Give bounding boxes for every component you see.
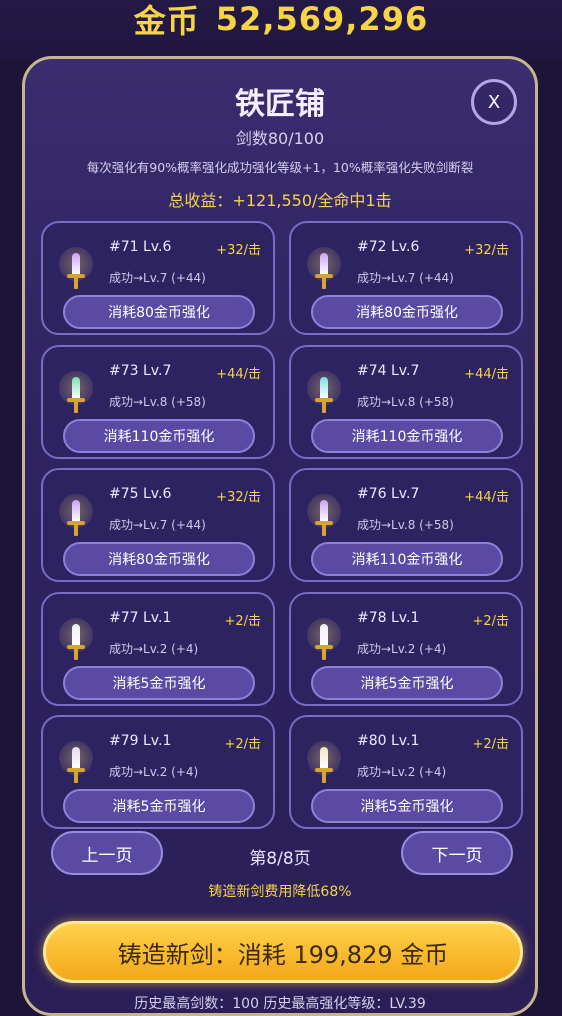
sword-card: #71 Lv.6 +32/击 成功→Lv.7 (+44) 消耗80金币强化 — [41, 221, 275, 335]
sword-name: #79 Lv.1 — [109, 733, 172, 749]
sword-hilt — [322, 647, 326, 660]
sword-icon — [59, 741, 93, 787]
sword-name: #77 Lv.1 — [109, 609, 172, 626]
sword-hilt — [322, 524, 326, 536]
sword-success-preview: 成功→Lv.8 (+58) — [109, 394, 206, 409]
upgrade-button[interactable]: 消耗110金币强化 — [311, 418, 503, 453]
sword-success-preview: 成功→Lv.2 (+4) — [109, 641, 199, 656]
sword-hilt — [74, 771, 78, 783]
sword-bonus: +32/击 — [464, 243, 509, 258]
sword-name: #73 Lv.7 — [109, 362, 172, 379]
sword-success-preview: 成功→Lv.8 (+58) — [357, 518, 454, 532]
sword-hilt — [322, 400, 326, 413]
sword-hilt — [74, 524, 78, 536]
sword-bonus: +2/击 — [472, 737, 509, 752]
sword-card: #79 Lv.1 +2/击成功→Lv.2 (+4) 消耗5金币强化 — [41, 715, 275, 829]
sword-bonus: +2/击 — [224, 737, 261, 752]
sword-hilt — [74, 277, 78, 289]
sword-bonus: +44/击 — [216, 366, 261, 382]
sword-success-preview: 成功→Lv.7 (+44) — [357, 271, 454, 285]
sword-blade — [72, 623, 80, 646]
sword-blade — [320, 376, 328, 399]
total-income: 总收益：+121,550/全命中1击 — [168, 191, 392, 210]
upgrade-description: 每次强化有90%概率强化成功强化等级+1，10%概率强化失败剑断裂 — [86, 160, 474, 175]
sword-icon — [307, 741, 341, 787]
sword-success-preview: 成功→Lv.7 (+44) — [109, 271, 206, 285]
sword-hilt — [322, 771, 326, 783]
sword-name: #78 Lv.1 — [357, 609, 420, 626]
upgrade-button[interactable]: 消耗80金币强化 — [63, 542, 255, 576]
sword-blade — [72, 500, 80, 522]
forge-discount: 铸造新剑费用降低68% — [208, 884, 352, 900]
sword-card: #78 Lv.1 +2/击成功→Lv.2 (+4) 消耗5金币强化 — [289, 591, 523, 706]
sword-success-preview: 成功→Lv.7 (+44) — [109, 518, 206, 532]
sword-hilt — [74, 400, 78, 413]
coin-value: 52,569,296 — [215, 0, 429, 38]
sword-blade — [320, 500, 328, 522]
panel-title: 铁匠铺 — [235, 87, 325, 122]
sword-name: #72 Lv.6 — [357, 239, 420, 255]
close-button[interactable]: X — [471, 79, 517, 125]
upgrade-button[interactable]: 消耗110金币强化 — [63, 418, 255, 453]
sword-blade — [72, 253, 80, 275]
upgrade-button[interactable]: 消耗5金币强化 — [311, 789, 503, 823]
upgrade-button[interactable]: 消耗5金币强化 — [63, 789, 255, 823]
upgrade-button[interactable]: 消耗5金币强化 — [63, 665, 255, 700]
sword-name: #74 Lv.7 — [357, 362, 420, 379]
sword-bonus: +32/击 — [216, 490, 261, 505]
blacksmith-panel: 铁匠铺 X 剑数80/100 每次强化有90%概率强化成功强化等级+1，10%概… — [22, 56, 538, 1016]
sword-name: #75 Lv.6 — [109, 486, 172, 502]
sword-card: #72 Lv.6 +32/击 成功→Lv.7 (+44) 消耗80金币强化 — [289, 221, 523, 335]
sword-card: #74 Lv.7 +44/击 成功→Lv.8 (+58) 消耗110金币强化 — [289, 344, 523, 459]
sword-count: 剑数80/100 — [235, 129, 325, 148]
next-page-button[interactable]: 下一页 — [401, 831, 513, 875]
upgrade-button[interactable]: 消耗5金币强化 — [311, 665, 503, 700]
sword-hilt — [322, 277, 326, 289]
sword-blade — [72, 376, 80, 399]
sword-card: #80 Lv.1 +2/击成功→Lv.2 (+4) 消耗5金币强化 — [289, 715, 523, 829]
sword-bonus: +44/击 — [464, 490, 509, 505]
sword-icon — [307, 494, 341, 540]
sword-blade — [320, 747, 328, 769]
sword-name: #76 Lv.7 — [357, 486, 420, 502]
sword-bonus: +44/击 — [464, 366, 509, 382]
sword-success-preview: 成功→Lv.2 (+4) — [109, 765, 199, 779]
upgrade-button[interactable]: 消耗110金币强化 — [311, 542, 503, 576]
sword-success-preview: 成功→Lv.2 (+4) — [357, 765, 447, 779]
sword-blade — [320, 253, 328, 275]
sword-hilt — [74, 647, 78, 660]
sword-bonus: +2/击 — [224, 613, 261, 629]
sword-icon — [59, 494, 93, 540]
sword-icon — [59, 617, 93, 664]
sword-name: #71 Lv.6 — [109, 239, 172, 255]
sword-icon — [307, 617, 341, 664]
upgrade-button[interactable]: 消耗80金币强化 — [311, 295, 503, 329]
sword-icon — [59, 370, 93, 417]
sword-name: #80 Lv.1 — [357, 733, 420, 749]
sword-icon — [307, 370, 341, 417]
sword-card: #73 Lv.7 +44/击 成功→Lv.8 (+58) 消耗110金币强化 — [41, 344, 275, 459]
sword-card: #75 Lv.6 +32/击 成功→Lv.7 (+44) 消耗80金币强化 — [41, 468, 275, 582]
sword-card: #76 Lv.7 +44/击 成功→Lv.8 (+58) 消耗110金币强化 — [289, 468, 523, 582]
sword-success-preview: 成功→Lv.2 (+4) — [357, 641, 447, 656]
sword-bonus: +32/击 — [216, 243, 261, 258]
sword-success-preview: 成功→Lv.8 (+58) — [357, 394, 454, 409]
sword-card: #77 Lv.1 +2/击成功→Lv.2 (+4) 消耗5金币强化 — [41, 591, 275, 706]
sword-blade — [320, 623, 328, 646]
sword-blade — [72, 747, 80, 769]
coin-counter: 金币 52,569,296 — [0, 0, 562, 40]
history-stats: 历史最高剑数：100 历史最高强化等级：LV.39 — [134, 996, 426, 1012]
coin-label: 金币 — [133, 2, 200, 40]
forge-new-sword-button[interactable]: 铸造新剑：消耗 199,829 金币 — [43, 921, 523, 983]
sword-bonus: +2/击 — [472, 613, 509, 629]
sword-icon — [307, 247, 341, 293]
upgrade-button[interactable]: 消耗80金币强化 — [63, 295, 255, 329]
sword-icon — [59, 247, 93, 293]
